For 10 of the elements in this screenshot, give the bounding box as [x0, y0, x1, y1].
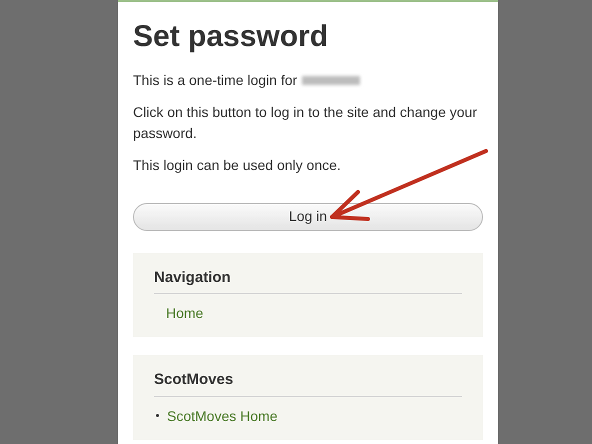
nav-link[interactable]: ScotMoves Home: [167, 406, 278, 426]
body-text: Click on this button to log in to the site and change your password.: [133, 102, 478, 143]
body-text: This is a one-time login for: [133, 70, 298, 90]
page-title: Set password: [133, 19, 330, 55]
nav-link[interactable]: Home: [166, 303, 204, 323]
blurred-username: [302, 76, 360, 84]
block-title: Navigation: [154, 266, 462, 294]
body-text: This login can be used only once.: [133, 156, 341, 175]
block-title: ScotMoves: [154, 369, 462, 396]
login-button[interactable]: Log in: [133, 202, 483, 230]
